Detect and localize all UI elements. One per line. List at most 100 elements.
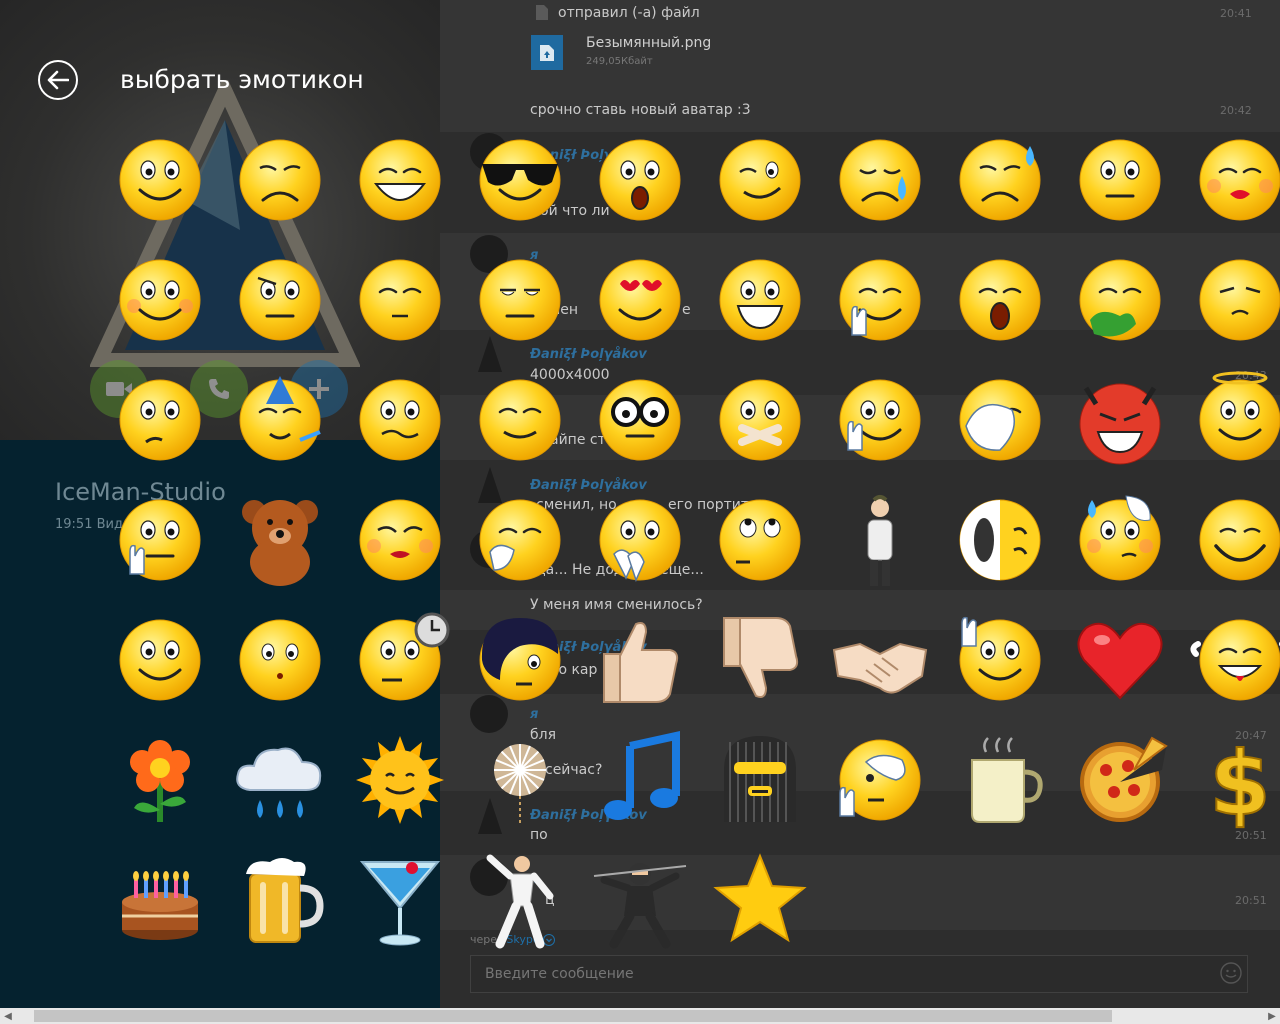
emoticon-sweating-shy[interactable]: [1070, 490, 1170, 590]
emoticon-clap[interactable]: [590, 490, 690, 590]
hi-icon: [839, 379, 921, 461]
emoticon-cool[interactable]: [470, 130, 570, 230]
emoticon-star[interactable]: [710, 850, 810, 950]
happy-icon: [119, 619, 201, 701]
emoticon-wave[interactable]: [950, 610, 1050, 710]
emoticon-nerd[interactable]: [590, 370, 690, 470]
sleepy-icon: [359, 259, 441, 341]
hush-icon: [119, 499, 201, 581]
emoticon-rofl[interactable]: [1190, 610, 1280, 710]
emoticon-fingers-crossed[interactable]: [830, 250, 930, 350]
emoticon-sleepy[interactable]: [350, 250, 450, 350]
emoticon-blush[interactable]: [110, 250, 210, 350]
emoticon-fireworks[interactable]: [470, 730, 570, 830]
emoticon-doh[interactable]: [1190, 250, 1280, 350]
emoticon-beer[interactable]: [230, 850, 330, 950]
emoticon-flirt[interactable]: [350, 490, 450, 590]
emoticon-coffee[interactable]: [950, 730, 1050, 830]
emoticon-giggle[interactable]: [470, 490, 570, 590]
thumbs-up-icon: [603, 622, 679, 703]
thumbs-down-icon: [723, 617, 799, 698]
emoticon-drink[interactable]: [350, 850, 450, 950]
bow-icon: [867, 495, 893, 586]
emoticon-sad[interactable]: [230, 130, 330, 230]
relieved-icon: [479, 379, 561, 461]
emoticon-dance[interactable]: [470, 850, 570, 950]
emoticon-smile[interactable]: [110, 130, 210, 230]
evil-grin-icon: [719, 259, 801, 341]
scroll-left-arrow[interactable]: ◀: [0, 1008, 16, 1024]
svg-text:$: $: [1209, 732, 1270, 830]
speechless-icon: [1079, 139, 1161, 221]
pizza-icon: [1080, 736, 1168, 822]
emoticon-lips-sealed[interactable]: [710, 370, 810, 470]
emoticon-thumbs-down[interactable]: [710, 610, 810, 710]
emoticon-cash[interactable]: $: [1190, 730, 1280, 830]
thinking-icon: [119, 379, 201, 461]
sweating-shy-icon: [1079, 495, 1161, 581]
emoticon-in-love[interactable]: [590, 250, 690, 350]
emoticon-happy[interactable]: [110, 610, 210, 710]
yawn-icon: [959, 259, 1041, 341]
emoticon-cake[interactable]: [110, 850, 210, 950]
horizontal-scrollbar[interactable]: ◀ ▶: [0, 1008, 1280, 1024]
half-face-icon: [959, 499, 1041, 581]
beer-icon: [246, 858, 324, 943]
emoticon-devil[interactable]: [1070, 370, 1170, 470]
emoticon-hush[interactable]: [110, 490, 210, 590]
drink-icon: [359, 861, 441, 946]
emoticon-yawn[interactable]: [950, 250, 1050, 350]
emoticon-bandit[interactable]: [710, 730, 810, 830]
emoticon-pizza[interactable]: [1070, 730, 1170, 830]
emoticon-wondering[interactable]: [230, 250, 330, 350]
cry-icon: [839, 139, 921, 221]
flower-icon: [130, 740, 190, 822]
emoticon-rain[interactable]: [230, 730, 330, 830]
emoticon-party[interactable]: [230, 370, 330, 470]
rofl-icon: [1190, 619, 1280, 701]
emoticon-half-face[interactable]: [950, 490, 1050, 590]
scroll-thumb[interactable]: [34, 1010, 1112, 1022]
emoticon-wink[interactable]: [710, 130, 810, 230]
cake-icon: [122, 871, 198, 940]
emoticon-speechless[interactable]: [1070, 130, 1170, 230]
emoticon-handshake[interactable]: [830, 610, 930, 710]
emoticon-waiting[interactable]: [350, 610, 450, 710]
emoticon-hi[interactable]: [830, 370, 930, 470]
emoticon-relieved[interactable]: [470, 370, 570, 470]
emoticon-angel[interactable]: [1190, 370, 1280, 470]
heart-icon: [1077, 622, 1163, 700]
emoticon-flower[interactable]: [110, 730, 210, 830]
emoticon-laugh[interactable]: [350, 130, 450, 230]
emoticon-cry[interactable]: [830, 130, 930, 230]
emoticon-thumbs-up[interactable]: [590, 610, 690, 710]
emoticon-sweat[interactable]: [950, 130, 1050, 230]
emoticon-rolling-eyes[interactable]: [710, 490, 810, 590]
emoticon-bow[interactable]: [830, 490, 930, 590]
scroll-right-arrow[interactable]: ▶: [1264, 1008, 1280, 1024]
emoticon-surprised[interactable]: [590, 130, 690, 230]
emoticon-kiss[interactable]: [1190, 130, 1280, 230]
waiting-icon: [359, 612, 450, 701]
emoticon-thinking[interactable]: [110, 370, 210, 470]
emoticon-dull[interactable]: [470, 250, 570, 350]
emoticon-heart[interactable]: [1070, 610, 1170, 710]
emoticon-nod[interactable]: [830, 730, 930, 830]
bear-icon: [242, 500, 318, 586]
sun-icon: [356, 736, 444, 824]
emoticon-emo[interactable]: [470, 610, 570, 710]
emoticon-grid: $: [0, 0, 1280, 1010]
wink-icon: [719, 139, 801, 221]
flirt-icon: [359, 499, 441, 581]
emoticon-pondering[interactable]: [230, 610, 330, 710]
emoticon-evil-grin[interactable]: [710, 250, 810, 350]
emoticon-sun[interactable]: [350, 730, 450, 830]
emoticon-facepalm[interactable]: [950, 370, 1050, 470]
wave-icon: [959, 616, 1041, 701]
emoticon-puke[interactable]: [1070, 250, 1170, 350]
emoticon-bear[interactable]: [230, 490, 330, 590]
emoticon-worried[interactable]: [350, 370, 450, 470]
emoticon-big-smile[interactable]: [1190, 490, 1280, 590]
emoticon-music[interactable]: [590, 730, 690, 830]
emoticon-ninja[interactable]: [590, 850, 690, 950]
